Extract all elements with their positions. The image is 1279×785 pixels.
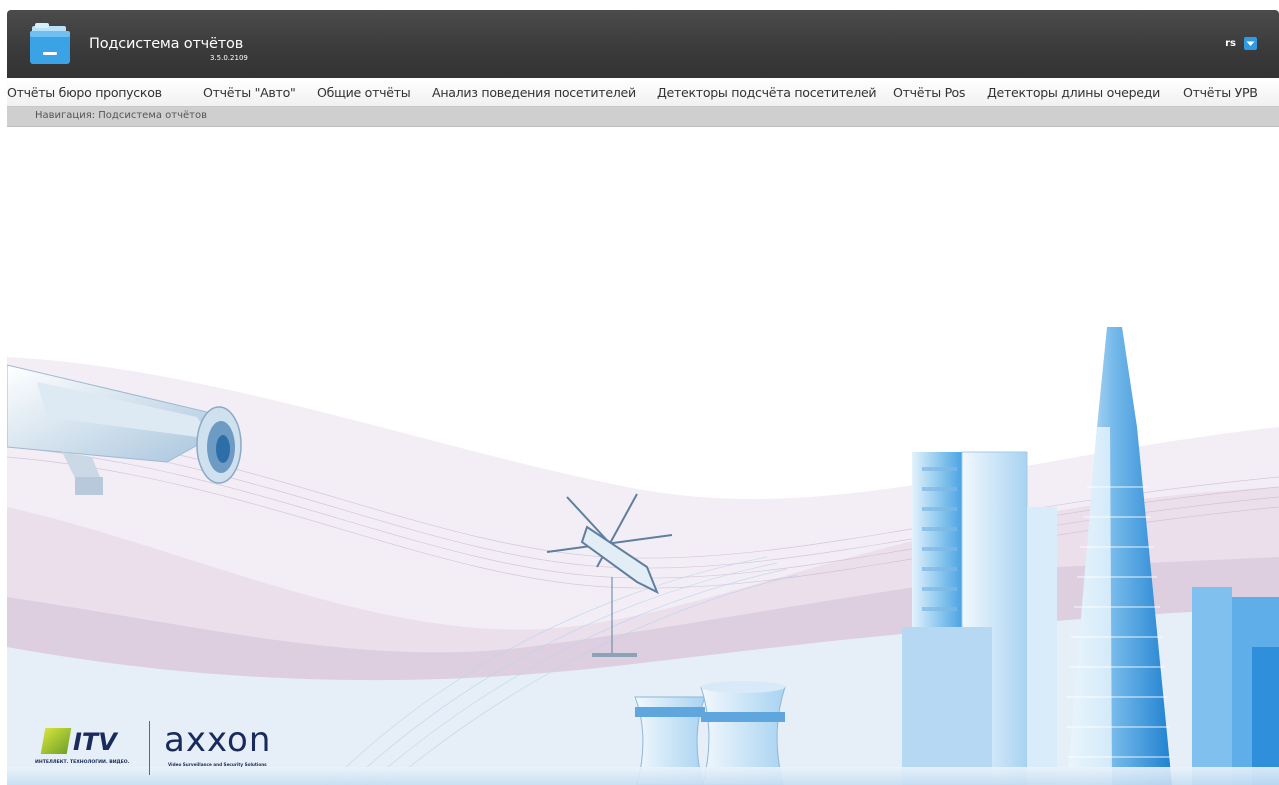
folder-reports-icon bbox=[30, 23, 70, 64]
menu-item-visitor-behavior[interactable]: Анализ поведения посетителей bbox=[432, 85, 636, 100]
menu-item-general-reports[interactable]: Общие отчёты bbox=[317, 85, 411, 100]
axxon-logo-text: axxon bbox=[164, 720, 272, 760]
chevron-down-icon[interactable] bbox=[1244, 37, 1257, 50]
user-menu[interactable]: rs bbox=[1225, 37, 1257, 50]
app-title: Подсистема отчётов bbox=[89, 36, 244, 52]
axxon-logo-caption: Video Surveillance and Security Solution… bbox=[168, 762, 267, 767]
axxon-logo: axxon Video Surveillance and Security So… bbox=[164, 720, 324, 768]
menu-item-auto-reports[interactable]: Отчёты "Авто" bbox=[203, 85, 296, 100]
app-version: 3.5.0.2109 bbox=[210, 54, 248, 62]
itv-logo-caption: ИНТЕЛЛЕКТ. ТЕХНОЛОГИИ. ВИДЕО. bbox=[35, 760, 130, 765]
welcome-banner: ITV ИНТЕЛЛЕКТ. ТЕХНОЛОГИИ. ВИДЕО. axxon … bbox=[7, 127, 1279, 785]
menu-item-queue-length[interactable]: Детекторы длины очереди bbox=[987, 85, 1160, 100]
user-name[interactable]: rs bbox=[1225, 38, 1236, 49]
app-header: Подсистема отчётов 3.5.0.2109 rs bbox=[7, 10, 1279, 78]
reports-app-window: Подсистема отчётов 3.5.0.2109 rs Отчёты … bbox=[7, 10, 1279, 785]
menu-item-visitor-counting[interactable]: Детекторы подсчёта посетителей bbox=[657, 85, 877, 100]
breadcrumb: Навигация: Подсистема отчётов bbox=[7, 107, 1279, 127]
logo-divider bbox=[149, 721, 150, 775]
breadcrumb-text: Навигация: Подсистема отчётов bbox=[35, 110, 208, 121]
itv-logo-text: ITV bbox=[73, 728, 117, 756]
menu-item-pass-office-reports[interactable]: Отчёты бюро пропусков bbox=[7, 85, 162, 100]
menu-item-time-attendance[interactable]: Отчёты УРВ bbox=[1183, 85, 1258, 100]
itv-logo: ITV ИНТЕЛЛЕКТ. ТЕХНОЛОГИИ. ВИДЕО. bbox=[35, 726, 135, 770]
banner-illustration bbox=[7, 327, 1279, 785]
main-menu: Отчёты бюро пропусков Отчёты "Авто" Общи… bbox=[7, 78, 1279, 107]
menu-item-pos-reports[interactable]: Отчёты Pos bbox=[893, 85, 965, 100]
